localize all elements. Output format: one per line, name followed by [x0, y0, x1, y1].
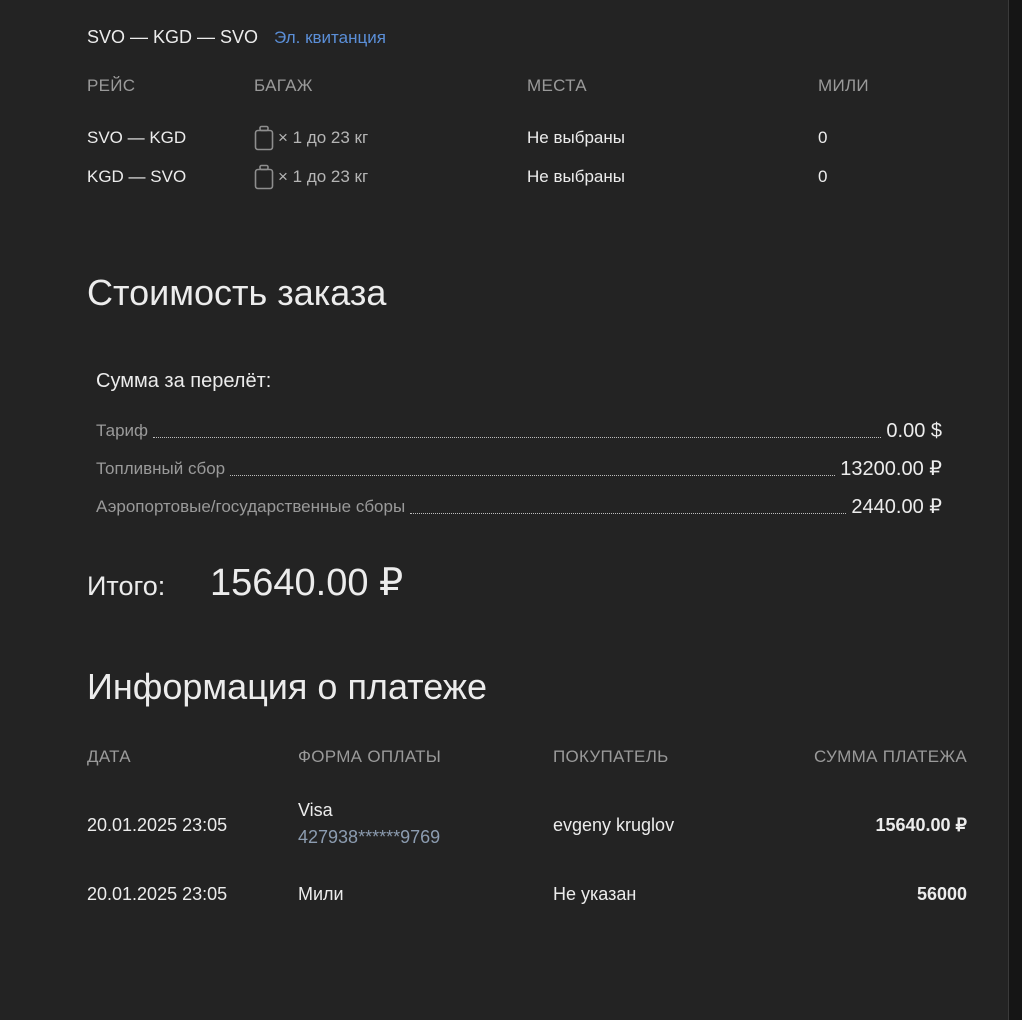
seats-value: Не выбраны: [527, 167, 625, 186]
baggage-column-header: БАГАЖ: [254, 76, 313, 95]
payment-date: 20.01.2025 23:05: [87, 815, 228, 835]
payment-amount: 56000: [916, 884, 967, 904]
flight-route: KGD — SVO: [87, 167, 187, 186]
route-header: SVO — KGD — SVO Эл. квитанция: [87, 27, 386, 48]
luggage-icon: [254, 125, 274, 151]
price-line-label: Аэропортовые/государственные сборы: [96, 497, 406, 516]
flight-sum-subtitle: Сумма за перелёт:: [96, 370, 272, 392]
miles-column-header: МИЛИ: [818, 76, 869, 95]
payment-date: 20.01.2025 23:05: [87, 884, 228, 904]
flight-route: SVO — KGD: [87, 128, 187, 147]
amount-column-header: СУММА ПЛАТЕЖА: [814, 747, 967, 766]
buyer-column-header: ПОКУПАТЕЛЬ: [553, 747, 669, 766]
method-column-header: ФОРМА ОПЛАТЫ: [298, 747, 442, 766]
price-line-label: Тариф: [96, 421, 149, 440]
price-line: Тариф 0.00 $: [96, 407, 942, 445]
payment-method: Мили: [298, 884, 344, 904]
price-line-value: 13200.00 ₽: [840, 458, 942, 480]
baggage-cell: × 1 до 23 кг: [254, 125, 368, 151]
flight-row: SVO — KGD × 1 до 23 кг Не выбраны 0: [87, 125, 967, 151]
dotted-leader: [410, 513, 847, 514]
dotted-leader: [230, 475, 836, 476]
payment-row: 20.01.2025 23:05 Мили Не указан 56000: [87, 884, 967, 910]
dotted-leader: [153, 437, 882, 438]
baggage-cell: × 1 до 23 кг: [254, 164, 368, 190]
payment-method-cell: Visa 427938******9769: [298, 800, 440, 848]
eticket-link[interactable]: Эл. квитанция: [274, 28, 386, 48]
seats-column-header: МЕСТА: [527, 76, 587, 95]
scrollbar-track[interactable]: [1008, 0, 1022, 1020]
price-breakdown: Сумма за перелёт: Тариф 0.00 $ Топливный…: [96, 370, 942, 521]
seats-value: Не выбраны: [527, 128, 625, 147]
order-cost-title: Стоимость заказа: [87, 272, 387, 313]
route-title: SVO — KGD — SVO: [87, 27, 259, 47]
payment-buyer: Не указан: [553, 884, 637, 904]
baggage-allowance: × 1 до 23 кг: [278, 167, 369, 186]
miles-value: 0: [818, 128, 828, 147]
payment-method: Visa: [298, 800, 333, 820]
flight-row: KGD — SVO × 1 до 23 кг Не выбраны 0: [87, 164, 967, 190]
payment-row: 20.01.2025 23:05 Visa 427938******9769 e…: [87, 800, 967, 852]
baggage-allowance: × 1 до 23 кг: [278, 128, 369, 147]
total-label: Итого:: [87, 571, 166, 601]
card-number: 427938******9769: [298, 827, 441, 847]
flight-column-header: РЕЙС: [87, 76, 136, 95]
price-line: Топливный сбор 13200.00 ₽: [96, 445, 942, 483]
price-line-value: 2440.00 ₽: [851, 496, 942, 518]
date-column-header: ДАТА: [87, 747, 131, 766]
payment-buyer: evgeny kruglov: [553, 815, 675, 835]
total: Итого: 15640.00 ₽: [87, 560, 403, 605]
price-line: Аэропортовые/государственные сборы 2440.…: [96, 483, 942, 521]
total-value: 15640.00 ₽: [210, 562, 404, 604]
price-line-value: 0.00 $: [886, 420, 942, 442]
payment-amount: 15640.00 ₽: [875, 815, 967, 835]
luggage-icon: [254, 164, 274, 190]
price-line-label: Топливный сбор: [96, 459, 226, 478]
miles-value: 0: [818, 167, 828, 186]
payment-info-title: Информация о платеже: [87, 666, 487, 707]
